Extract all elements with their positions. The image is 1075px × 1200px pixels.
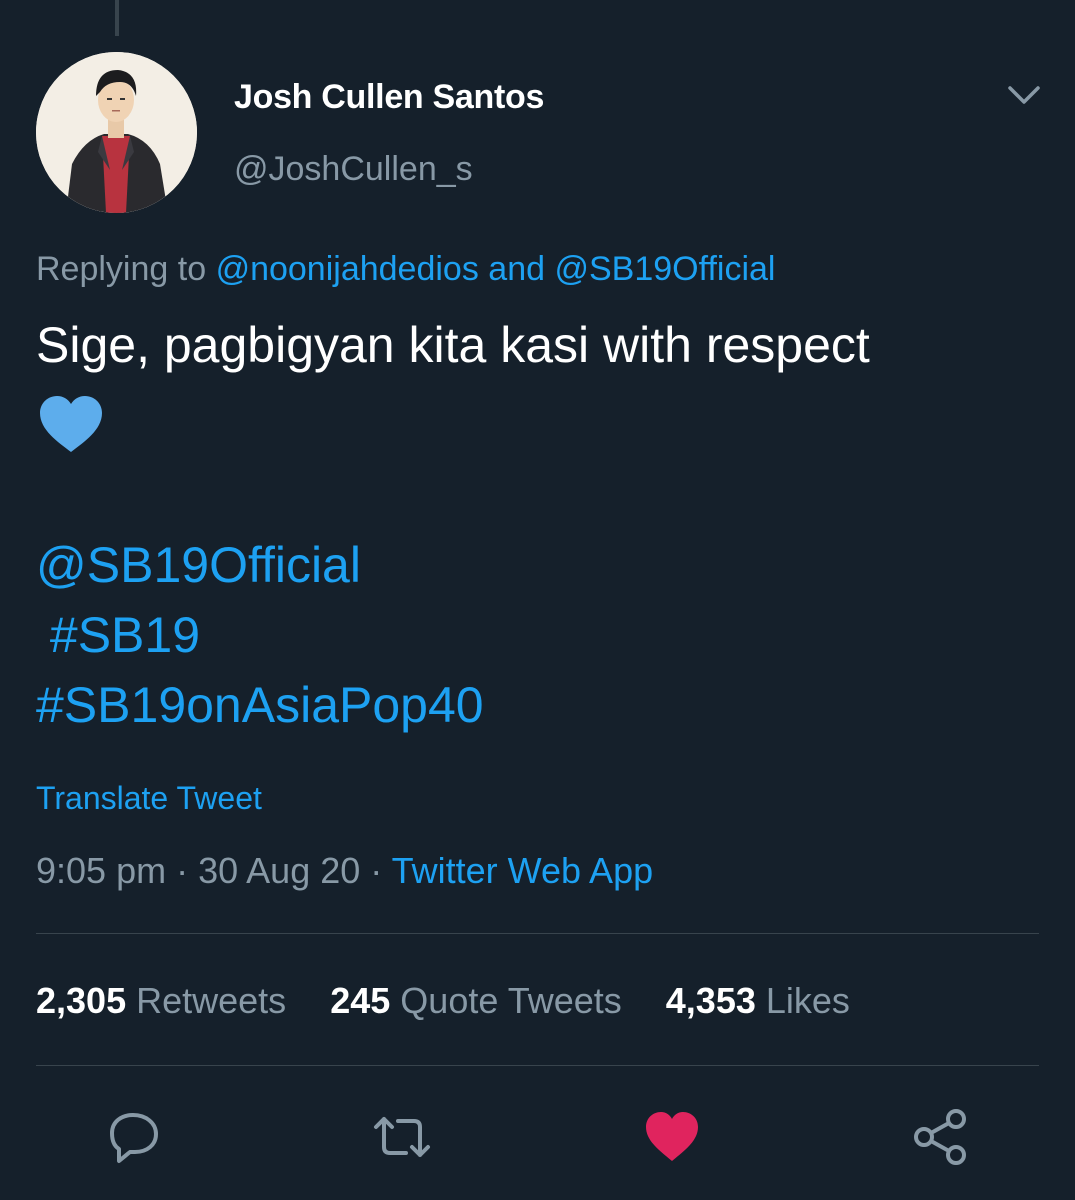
author-display-name[interactable]: Josh Cullen Santos [234,78,544,117]
author-handle[interactable]: @JoshCullen_s [234,150,473,189]
reply-icon[interactable] [102,1105,166,1169]
tweet-date[interactable]: 30 Aug 20 [198,850,360,891]
translate-tweet-link[interactable]: Translate Tweet [36,780,262,817]
quote-tweets-count: 245 [330,980,391,1021]
share-icon[interactable] [908,1105,972,1169]
likes-count: 4,353 [665,980,756,1021]
likes-label: Likes [765,980,850,1021]
tweet-metadata: 9:05 pm · 30 Aug 20 · Twitter Web App [36,850,653,892]
likes-stat[interactable]: 4,353 Likes [666,980,850,1022]
thread-connector-line [115,0,119,36]
heart-icon[interactable] [640,1105,704,1169]
meta-separator: · [176,850,189,891]
divider [36,933,1039,934]
tweet-time[interactable]: 9:05 pm [36,850,166,891]
hashtag-link[interactable]: #SB19onAsiaPop40 [36,676,484,734]
quote-tweets-stat[interactable]: 245 Quote Tweets [330,980,622,1022]
avatar[interactable] [36,52,197,213]
engagement-stats: 2,305 Retweets 245 Quote Tweets 4,353 Li… [36,980,884,1022]
mention-link[interactable]: @SB19Official [36,536,361,594]
mention-link[interactable]: @noonijahdedios [216,250,479,288]
tweet-detail: Josh Cullen Santos @JoshCullen_s Replyin… [0,0,1075,1200]
hashtag-link[interactable]: #SB19 [36,606,200,664]
divider [36,1065,1039,1066]
retweets-count: 2,305 [36,980,127,1021]
avatar-illustration [36,52,197,213]
retweet-icon[interactable] [370,1105,434,1169]
tweet-source-link[interactable]: Twitter Web App [392,850,653,891]
quote-tweets-label: Quote Tweets [400,980,622,1021]
tweet-text: Sige, pagbigyan kita kasi with respect [36,317,870,373]
retweets-label: Retweets [136,980,287,1021]
meta-separator: · [370,850,383,891]
mention-link[interactable]: @SB19Official [554,250,775,288]
reply-context-joiner: and [488,250,546,288]
chevron-down-icon[interactable] [1000,76,1048,116]
blue-heart-icon [38,394,104,454]
reply-context: Replying to @noonijahdedios and @SB19Off… [36,250,775,289]
reply-context-prefix: Replying to [36,250,207,288]
retweets-stat[interactable]: 2,305 Retweets [36,980,286,1022]
